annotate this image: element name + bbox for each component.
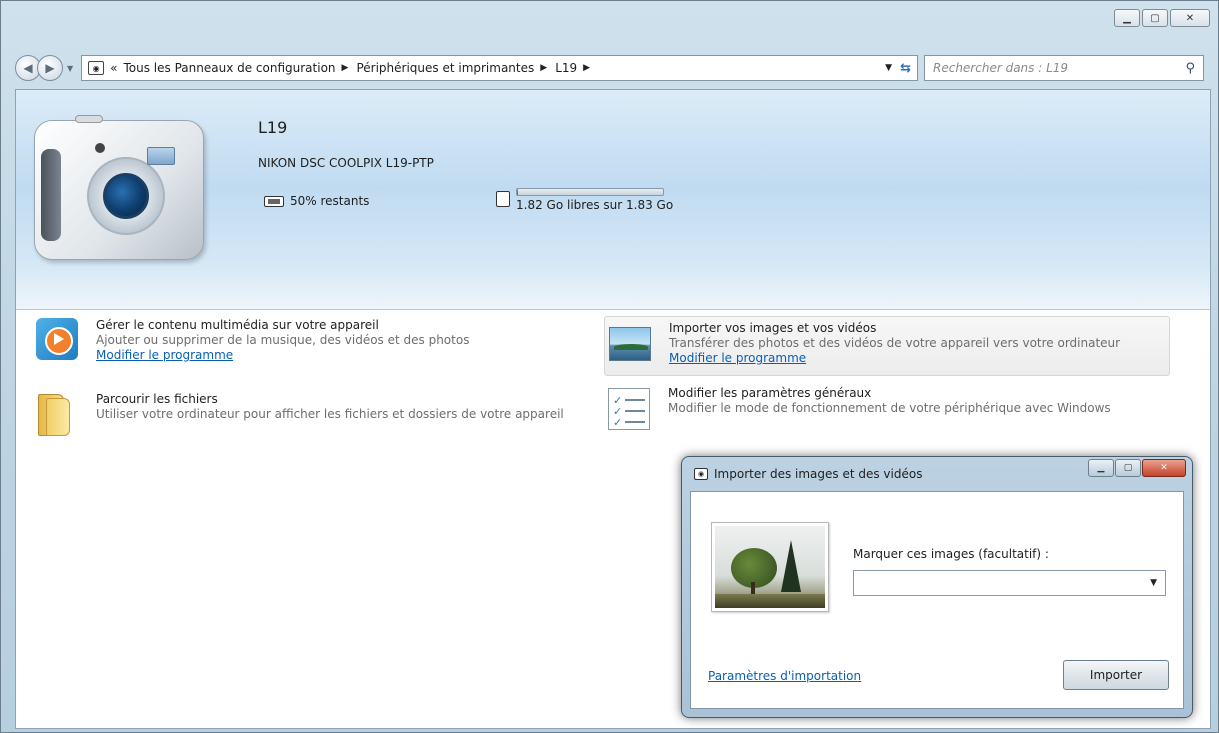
task-title[interactable]: Gérer le contenu multimédia sur votre ap… [96,318,469,333]
back-arrow-icon: ◀ [23,61,33,75]
tag-combobox[interactable]: ▼ [853,570,1166,596]
recent-pages-dropdown-icon[interactable]: ▼ [67,64,73,73]
refresh-icon[interactable]: ⇆ [900,61,911,76]
viewfinder-graphic [95,143,105,153]
storage-text: 1.82 Go libres sur 1.83 Go [516,198,674,212]
camera-icon: ◉ [88,61,105,75]
landscape-photo-icon [609,327,651,361]
storage-status: 1.82 Go libres sur 1.83 Go [496,188,673,212]
battery-text: 50% restants [290,194,370,208]
dialog-caption-buttons: ▁ ▢ ✕ [1088,459,1186,477]
camera-device-icon [34,115,204,260]
ground-graphic [715,594,825,608]
task-manage-media[interactable]: Gérer le contenu multimédia sur votre ap… [36,318,606,372]
dialog-title-bar[interactable]: ◉ Importer des images et des vidéos [694,467,922,481]
chevron-right-icon[interactable]: ▶ [342,63,349,73]
task-description: Ajouter ou supprimer de la musique, des … [96,333,470,347]
breadcrumb-overflow[interactable]: « [110,61,117,75]
lens-ring-graphic [87,157,165,235]
minimize-button[interactable]: ▁ [1114,9,1140,27]
memory-card-icon [496,191,510,207]
maximize-button[interactable]: ▢ [1142,9,1168,27]
lens-graphic [103,173,149,219]
address-bar[interactable]: ◉ « Tous les Panneaux de configuration ▶… [81,55,918,81]
navigation-bar: ◀ ▶ ▼ ◉ « Tous les Panneaux de configura… [15,49,1204,87]
storage-bar-fill [517,189,519,195]
forward-button[interactable]: ▶ [37,55,63,81]
explorer-window: ▁ ▢ ✕ ◀ ▶ ▼ ◉ « Tous les Panneaux de con… [0,0,1219,733]
media-player-icon [36,318,78,360]
task-description: Utiliser votre ordinateur pour afficher … [96,407,564,421]
check-icon: ✓ [613,416,623,429]
task-text: Gérer le contenu multimédia sur votre ap… [96,318,469,372]
dialog-close-button[interactable]: ✕ [1142,459,1186,477]
shutter-button-graphic [75,115,103,123]
photo-thumbnail-image [715,526,825,608]
search-placeholder: Rechercher dans : L19 [933,61,1069,75]
change-program-link[interactable]: Modifier le programme [669,351,1120,366]
play-icon [54,333,64,345]
task-browse-files[interactable]: Parcourir les fichiers Utiliser votre or… [36,392,606,442]
chevron-right-icon[interactable]: ▶ [540,63,547,73]
task-text: Modifier les paramètres généraux Modifie… [668,386,1111,436]
task-title[interactable]: Parcourir les fichiers [96,392,564,407]
change-program-link[interactable]: Modifier le programme [96,348,469,363]
task-import-images[interactable]: Importer vos images et vos vidéos Transf… [604,316,1170,376]
task-general-settings[interactable]: ✓ ✓ ✓ Modifier les paramètres généraux M… [608,386,1168,436]
pine-tree-graphic [781,540,801,592]
task-description: Modifier le mode de fonctionnement de vo… [668,401,1111,415]
checklist-line [625,410,645,412]
breadcrumb-devices-printers[interactable]: Périphériques et imprimantes [356,61,534,75]
tag-label: Marquer ces images (facultatif) : [853,547,1049,561]
storage-info: 1.82 Go libres sur 1.83 Go [516,188,673,212]
search-icon[interactable]: ⚲ [1185,61,1195,76]
address-dropdown-icon[interactable]: ▼ [885,63,892,73]
photo-thumbnail [711,522,829,612]
dialog-maximize-button[interactable]: ▢ [1115,459,1141,477]
breadcrumb-device[interactable]: L19 [555,61,577,75]
checklist-line [625,399,645,401]
camera-icon: ◉ [694,468,708,480]
window-caption-buttons: ▁ ▢ ✕ [1114,9,1210,27]
chevron-down-icon[interactable]: ▼ [1150,578,1157,588]
folder-icon [36,392,78,436]
flash-graphic [147,147,175,165]
close-button[interactable]: ✕ [1170,9,1210,27]
dialog-title: Importer des images et des vidéos [714,467,923,481]
search-input[interactable]: Rechercher dans : L19 ⚲ [924,55,1204,81]
checklist-line [625,421,645,423]
breadcrumb-control-panel[interactable]: Tous les Panneaux de configuration [124,61,336,75]
task-text: Parcourir les fichiers Utiliser votre or… [96,392,564,442]
import-dialog: ◉ Importer des images et des vidéos ▁ ▢ … [681,456,1193,718]
battery-status: 50% restants [264,194,369,208]
forward-arrow-icon: ▶ [45,61,55,75]
checklist-icon: ✓ ✓ ✓ [608,388,650,430]
storage-bar [516,188,664,196]
import-settings-link[interactable]: Paramètres d'importation [708,669,861,683]
dialog-body: Marquer ces images (facultatif) : ▼ Para… [690,491,1184,709]
dialog-minimize-button[interactable]: ▁ [1088,459,1114,477]
task-title[interactable]: Importer vos images et vos vidéos [669,321,1120,336]
task-title[interactable]: Modifier les paramètres généraux [668,386,1111,401]
device-header: L19 NIKON DSC COOLPIX L19-PTP 50% restan… [16,90,1210,310]
import-button[interactable]: Importer [1063,660,1169,690]
camera-grip-graphic [41,149,61,241]
task-text: Importer vos images et vos vidéos Transf… [669,321,1120,375]
device-model: NIKON DSC COOLPIX L19-PTP [258,156,434,170]
device-name: L19 [258,118,288,137]
chevron-right-icon[interactable]: ▶ [583,63,590,73]
battery-icon [264,195,284,207]
task-description: Transférer des photos et des vidéos de v… [669,336,1121,350]
